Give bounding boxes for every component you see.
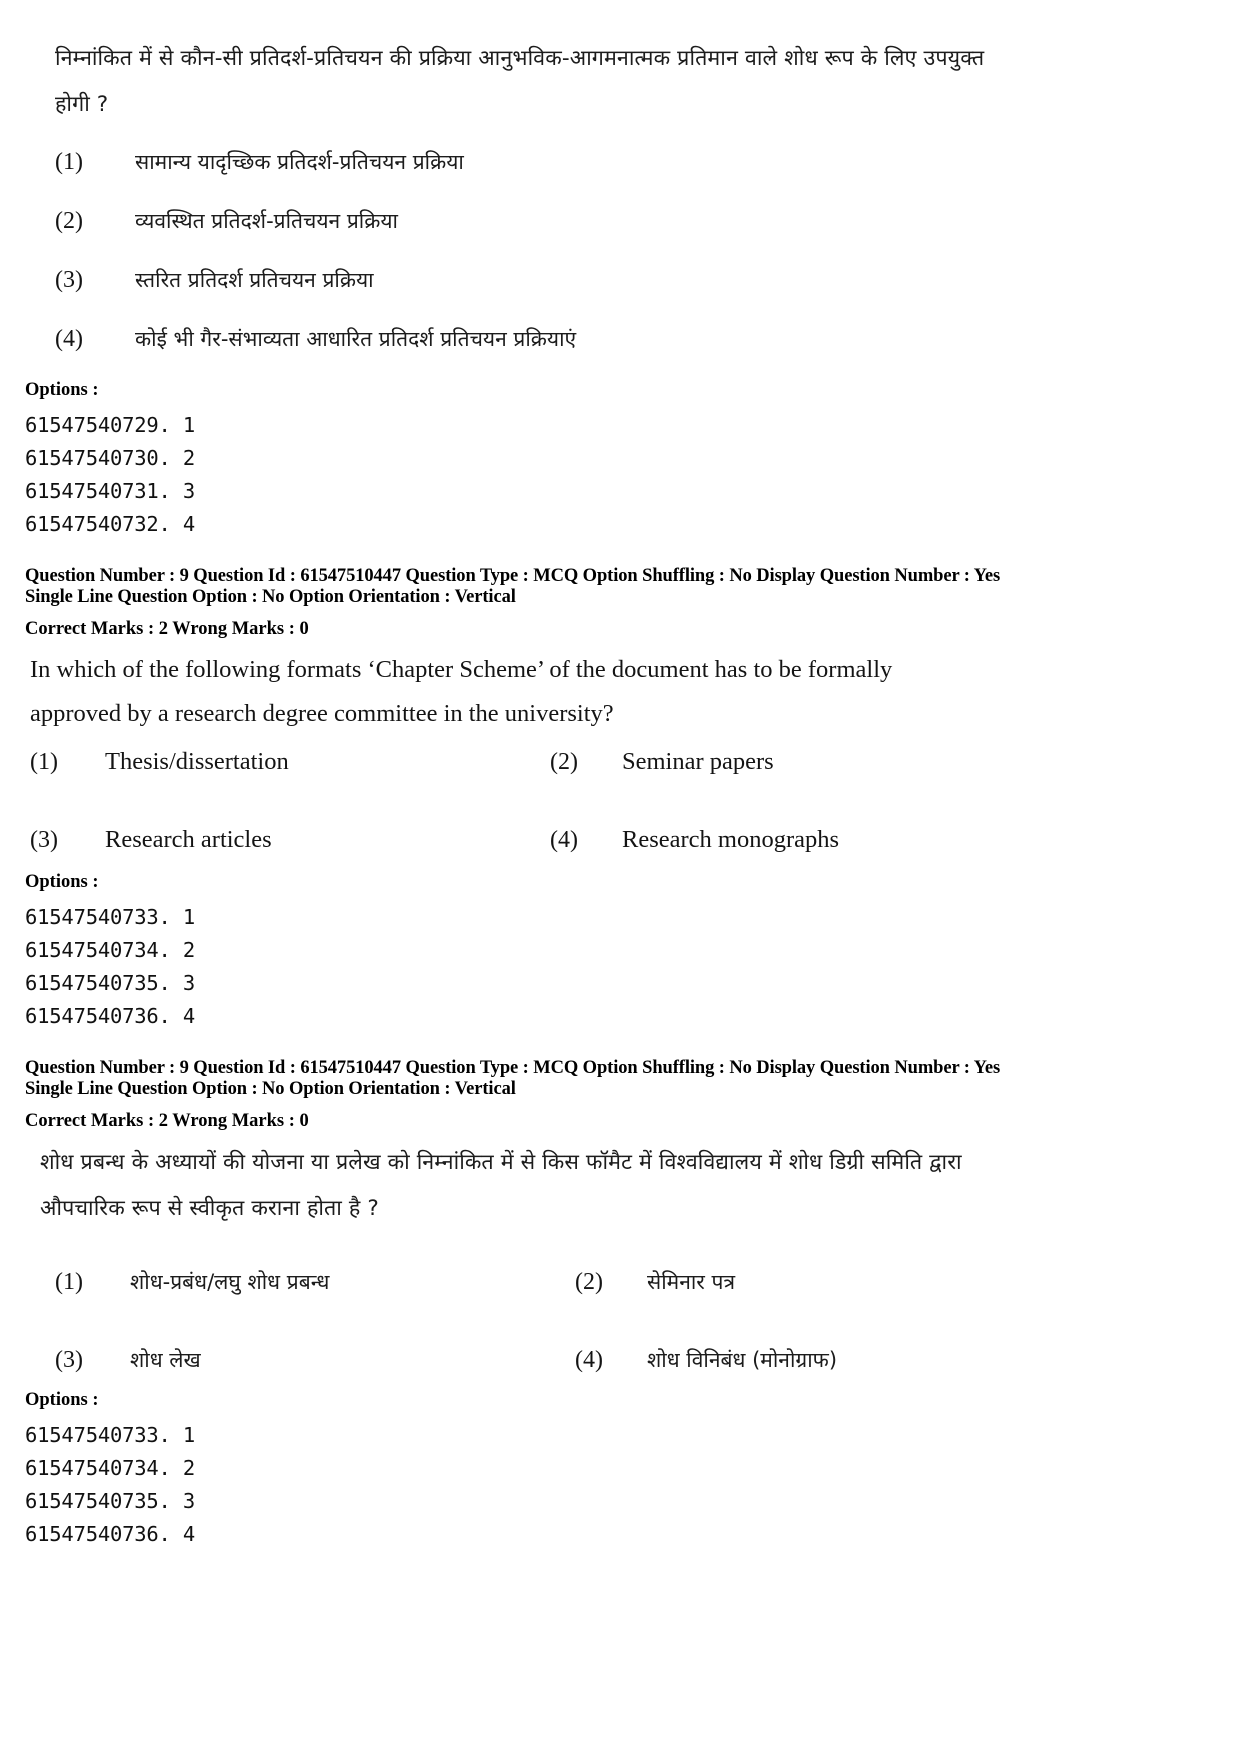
option-label: शोध विनिबंध (मोनोग्राफ) xyxy=(647,1348,838,1372)
option-number: (4) xyxy=(55,326,83,352)
option-id-row: 61547540731. 3 xyxy=(25,479,195,503)
metadata-line-2: Single Line Question Option : No Option … xyxy=(25,587,516,607)
question-2-option-3[interactable]: (3) Research articles xyxy=(30,826,550,854)
question-2-hindi-option-3[interactable]: (3) शोध लेख xyxy=(55,1346,575,1374)
question-1-hindi-stem-line-1: निम्नांकित में से कौन-सी प्रतिदर्श-प्रति… xyxy=(55,46,985,71)
question-1-option-1[interactable]: (1) सामान्य यादृच्छिक प्रतिदर्श-प्रतिचयन… xyxy=(55,148,1055,176)
question-1-hindi-option-list: (1) सामान्य यादृच्छिक प्रतिदर्श-प्रतिचयन… xyxy=(55,148,1055,353)
option-number: (1) xyxy=(55,1269,83,1295)
question-2-options-id-block: Options : 61547540733. 1 61547540734. 2 … xyxy=(25,872,195,1033)
option-label: Seminar papers xyxy=(622,748,774,775)
document-page: निम्नांकित में से कौन-सी प्रतिदर्श-प्रति… xyxy=(0,0,1240,1754)
question-2-option-1[interactable]: (1) Thesis/dissertation xyxy=(30,748,550,776)
option-label: Research articles xyxy=(105,826,272,853)
question-2-hindi-option-1[interactable]: (1) शोध-प्रबंध/लघु शोध प्रबन्ध xyxy=(55,1268,575,1296)
question-1-option-3[interactable]: (3) स्तरित प्रतिदर्श प्रतिचयन प्रक्रिया xyxy=(55,266,1055,294)
option-label: Thesis/dissertation xyxy=(105,748,289,775)
options-heading: Options : xyxy=(25,872,99,892)
option-row-spacer xyxy=(30,776,1070,826)
metadata-line-2: Single Line Question Option : No Option … xyxy=(25,1079,516,1099)
question-2-stem-line-2: approved by a research degree committee … xyxy=(30,700,614,727)
question-2-hindi-stem-line-1: शोध प्रबन्ध के अध्यायों की योजना या प्रल… xyxy=(40,1150,962,1175)
question-2-hindi-stem-line-2: औपचारिक रूप से स्वीकृत कराना होता है ? xyxy=(40,1196,379,1221)
option-id-row: 61547540736. 4 xyxy=(25,1522,195,1546)
question-2-metadata: Question Number : 9 Question Id : 615475… xyxy=(25,1058,1125,1132)
question-1-option-2[interactable]: (2) व्यवस्थित प्रतिदर्श-प्रतिचयन प्रक्रि… xyxy=(55,207,1055,235)
option-number: (3) xyxy=(55,267,83,293)
option-id-row: 61547540732. 4 xyxy=(25,512,195,536)
option-number: (3) xyxy=(55,1347,83,1373)
question-2-hindi-option-list: (1) शोध-प्रबंध/लघु शोध प्रबन्ध (2) सेमिन… xyxy=(55,1268,1075,1374)
option-label: सेमिनार पत्र xyxy=(647,1270,736,1294)
question-2-english-stem: In which of the following formats ‘Chapt… xyxy=(30,648,1070,736)
option-number: (1) xyxy=(55,149,83,175)
option-number: (3) xyxy=(30,827,58,853)
option-id-row: 61547540734. 2 xyxy=(25,1456,195,1480)
question-1-hindi-stem: निम्नांकित में से कौन-सी प्रतिदर्श-प्रति… xyxy=(55,36,1077,128)
question-2-hindi-options-id-block: Options : 61547540733. 1 61547540734. 2 … xyxy=(25,1390,195,1551)
option-id-row: 61547540733. 1 xyxy=(25,905,195,929)
option-number: (2) xyxy=(575,1269,603,1295)
options-heading: Options : xyxy=(25,1390,99,1410)
option-number: (1) xyxy=(30,749,58,775)
option-id-row: 61547540734. 2 xyxy=(25,938,195,962)
option-label: Research monographs xyxy=(622,826,840,853)
metadata-marks: Correct Marks : 2 Wrong Marks : 0 xyxy=(25,1111,309,1131)
option-id-row: 61547540735. 3 xyxy=(25,971,195,995)
option-label: शोध लेख xyxy=(130,1348,201,1372)
question-1-hindi-stem-line-2: होगी ? xyxy=(55,92,109,117)
question-2-option-4[interactable]: (4) Research monographs xyxy=(550,826,1030,854)
metadata-line-1: Question Number : 9 Question Id : 615475… xyxy=(25,1058,1001,1078)
question-2-stem-line-1: In which of the following formats ‘Chapt… xyxy=(30,656,893,683)
metadata-marks: Correct Marks : 2 Wrong Marks : 0 xyxy=(25,619,309,639)
option-id-row: 61547540730. 2 xyxy=(25,446,195,470)
option-label: व्यवस्थित प्रतिदर्श-प्रतिचयन प्रक्रिया xyxy=(135,209,398,233)
option-label: सामान्य यादृच्छिक प्रतिदर्श-प्रतिचयन प्र… xyxy=(135,150,464,174)
option-id-row: 61547540735. 3 xyxy=(25,1489,195,1513)
question-2-hindi-option-4[interactable]: (4) शोध विनिबंध (मोनोग्राफ) xyxy=(575,1346,1055,1374)
question-2-option-2[interactable]: (2) Seminar papers xyxy=(550,748,1030,776)
metadata-line-1: Question Number : 9 Question Id : 615475… xyxy=(25,566,1001,586)
option-row-spacer xyxy=(55,1296,1075,1346)
question-1-option-4[interactable]: (4) कोई भी गैर-संभाव्यता आधारित प्रतिदर्… xyxy=(55,325,1055,353)
question-2-hindi-option-2[interactable]: (2) सेमिनार पत्र xyxy=(575,1268,1055,1296)
option-label: कोई भी गैर-संभाव्यता आधारित प्रतिदर्श प्… xyxy=(135,327,577,351)
question-2-english-option-list: (1) Thesis/dissertation (2) Seminar pape… xyxy=(30,748,1070,854)
question-2-hindi-stem: शोध प्रबन्ध के अध्यायों की योजना या प्रल… xyxy=(40,1140,1080,1232)
option-id-row: 61547540736. 4 xyxy=(25,1004,195,1028)
option-number: (2) xyxy=(550,749,578,775)
option-number: (4) xyxy=(550,827,578,853)
question-1-options-id-block: Options : 61547540729. 1 61547540730. 2 … xyxy=(25,380,195,541)
option-label: शोध-प्रबंध/लघु शोध प्रबन्ध xyxy=(130,1270,330,1294)
question-1-metadata: Question Number : 9 Question Id : 615475… xyxy=(25,566,1125,640)
option-number: (4) xyxy=(575,1347,603,1373)
options-heading: Options : xyxy=(25,380,99,400)
option-label: स्तरित प्रतिदर्श प्रतिचयन प्रक्रिया xyxy=(135,268,374,292)
option-number: (2) xyxy=(55,208,83,234)
option-id-row: 61547540733. 1 xyxy=(25,1423,195,1447)
option-id-row: 61547540729. 1 xyxy=(25,413,195,437)
